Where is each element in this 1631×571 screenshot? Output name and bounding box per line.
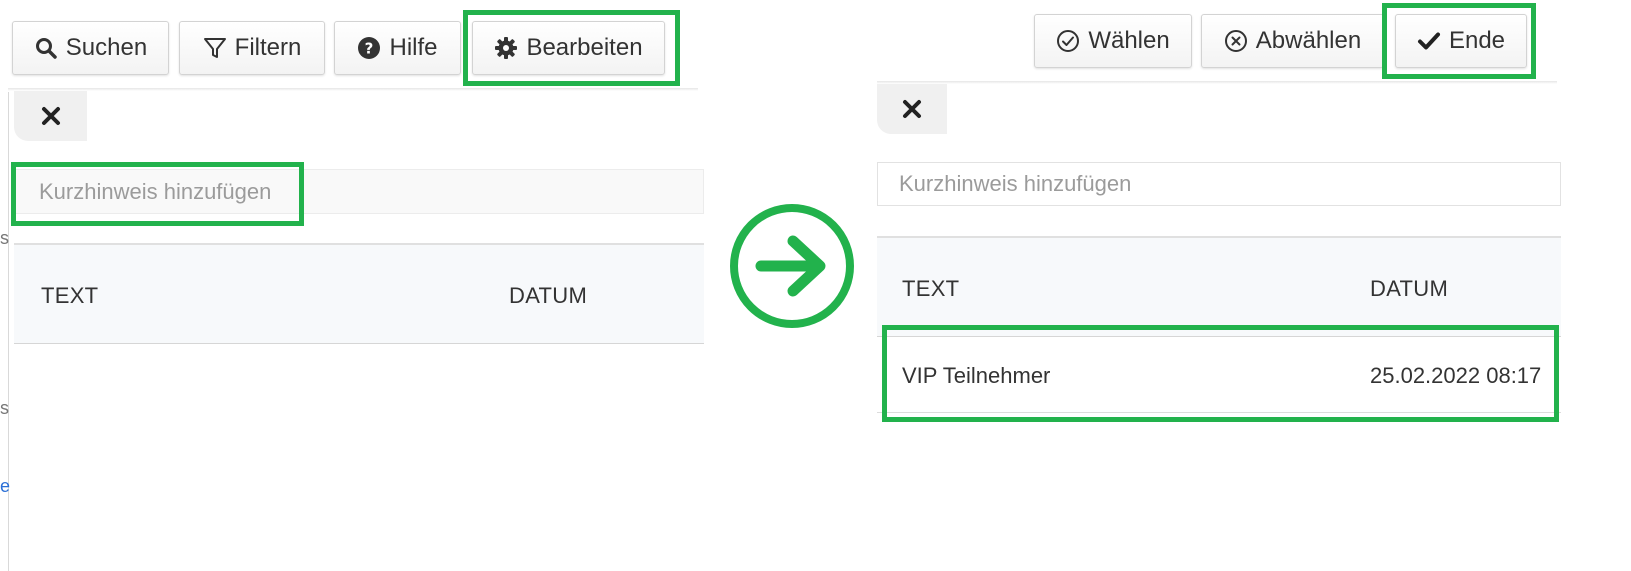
left-edge-fragment: e — [0, 476, 11, 496]
left-edge-fragment: s — [0, 228, 9, 248]
note-input-placeholder: Kurzhinweis hinzufügen — [899, 171, 1132, 196]
select-button[interactable]: Wählen — [1034, 14, 1192, 68]
check-circle-icon — [1057, 30, 1080, 52]
left-edge-line — [8, 92, 9, 571]
before-panel: s s e Suchen Filtern ? Hilfe Bearbeiten … — [0, 0, 704, 571]
filter-icon — [203, 38, 226, 58]
table-header: TEXT DATUM — [14, 243, 704, 344]
column-header-text[interactable]: TEXT — [41, 283, 98, 309]
column-header-date[interactable]: DATUM — [509, 283, 587, 309]
table-row-highlight — [882, 325, 1559, 422]
toolbar-divider — [877, 81, 1557, 84]
done-button-highlight — [1382, 3, 1536, 79]
edit-button-highlight — [463, 10, 680, 86]
close-icon — [903, 100, 921, 118]
deselect-button-label: Abwählen — [1255, 27, 1362, 54]
deselect-button[interactable]: Abwählen — [1201, 14, 1384, 68]
filter-button[interactable]: Filtern — [179, 21, 325, 75]
search-button[interactable]: Suchen — [12, 21, 169, 75]
select-button-label: Wählen — [1088, 27, 1170, 54]
arrow-right-icon — [730, 204, 854, 328]
svg-text:?: ? — [365, 40, 374, 58]
close-button[interactable] — [877, 84, 947, 134]
filter-button-label: Filtern — [234, 34, 302, 61]
search-button-label: Suchen — [65, 34, 148, 61]
search-icon — [35, 38, 57, 59]
toolbar-divider — [8, 88, 698, 91]
note-input-highlight — [11, 162, 304, 226]
help-icon: ? — [358, 37, 381, 59]
x-circle-icon — [1224, 30, 1247, 52]
column-header-date[interactable]: DATUM — [1370, 276, 1448, 302]
left-edge-fragment: s — [0, 398, 9, 418]
help-button[interactable]: ? Hilfe — [334, 21, 461, 75]
column-header-text[interactable]: TEXT — [902, 276, 959, 302]
transition-arrow — [729, 203, 855, 329]
after-panel: Wählen Abwählen Ende Kurzhinweis hinzufü… — [877, 0, 1631, 571]
close-button[interactable] — [14, 91, 87, 141]
table-header: TEXT DATUM — [877, 236, 1561, 337]
close-icon — [41, 107, 60, 125]
note-input[interactable]: Kurzhinweis hinzufügen — [877, 162, 1561, 206]
help-button-label: Hilfe — [389, 34, 438, 61]
